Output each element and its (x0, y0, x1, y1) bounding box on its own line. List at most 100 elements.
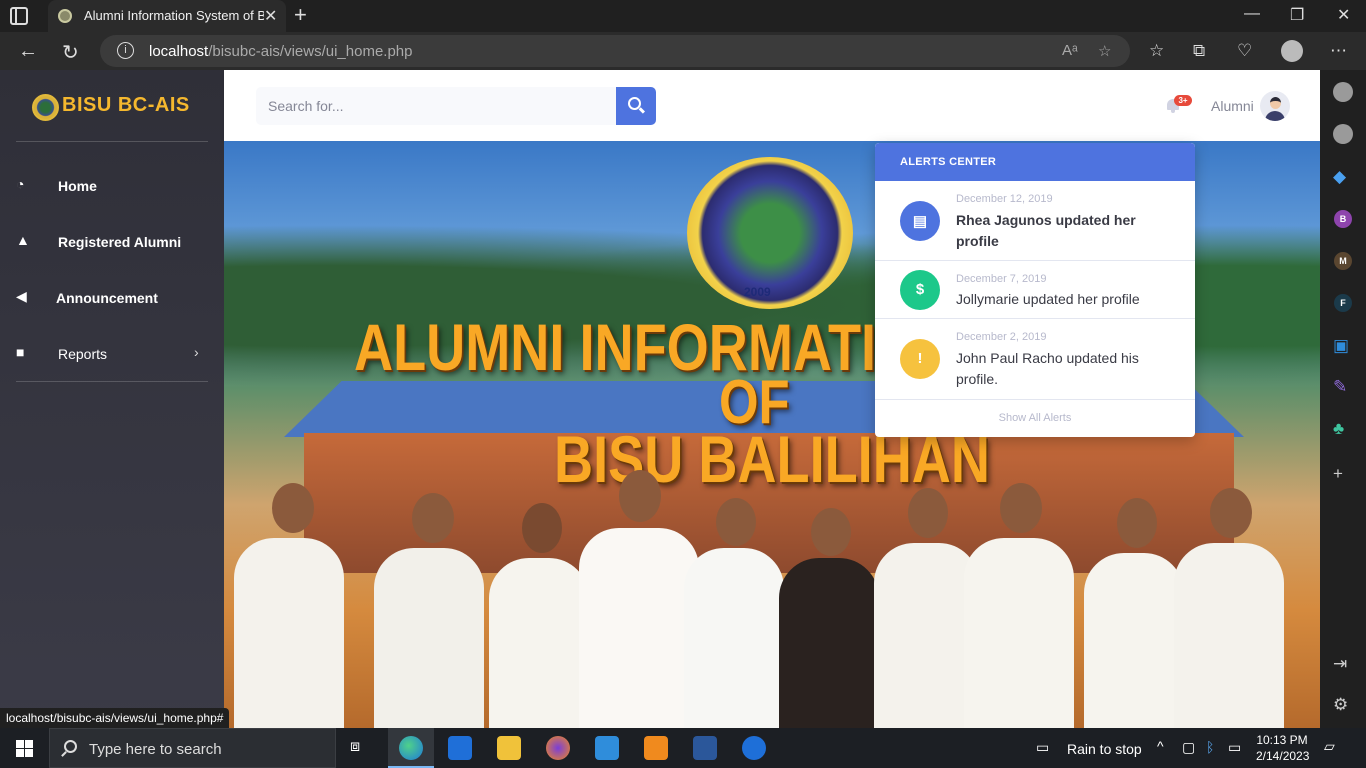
search-button[interactable] (616, 87, 656, 125)
mail-icon[interactable] (595, 736, 619, 760)
tree-icon[interactable]: ♣ (1333, 419, 1344, 439)
browser-essentials-icon[interactable]: ♡ (1237, 41, 1252, 61)
rail-app-icon[interactable] (1333, 124, 1353, 144)
sidebar-item-label: Reports (58, 346, 108, 362)
alert-item[interactable]: $ December 7, 2019 Jollymarie updated he… (875, 261, 1195, 319)
address-bar: ← ↻ i localhost/bisubc-ais/views/ui_home… (0, 32, 1366, 70)
minimize-icon[interactable]: — (1244, 5, 1260, 23)
store-icon[interactable] (448, 736, 472, 760)
logo-pane (16, 749, 24, 757)
person (1174, 488, 1284, 728)
word-icon[interactable] (693, 736, 717, 760)
weather-text[interactable]: Rain to stop (1067, 741, 1142, 757)
clock-date: 2/14/2023 (1256, 749, 1310, 763)
divider (16, 141, 208, 142)
url-field[interactable]: i localhost/bisubc-ais/views/ui_home.php… (100, 35, 1130, 67)
avatar[interactable] (1260, 91, 1290, 121)
chevron-right-icon: › (194, 344, 199, 360)
person-head (1117, 498, 1157, 548)
new-tab-icon[interactable]: + (294, 2, 307, 28)
sidebar-item-label: Registered Alumni (58, 234, 182, 250)
edge-sidebar: ◆ B M F ▣ ✎ ♣ + ⇥ ⚙ (1320, 70, 1366, 728)
taskbar-search[interactable]: Type here to search (49, 728, 336, 768)
alert-item[interactable]: ▤ December 12, 2019 Rhea Jagunos updated… (875, 181, 1195, 261)
window-close-icon[interactable]: ✕ (1337, 5, 1350, 25)
add-icon[interactable]: + (1333, 464, 1343, 484)
file-icon: ▤ (912, 213, 928, 230)
tab-close-icon[interactable]: ✕ (264, 6, 277, 26)
search-icon (64, 740, 77, 753)
back-icon[interactable]: ← (18, 40, 38, 63)
browser-tab[interactable]: Alumni Information System of BISU ✕ (48, 0, 286, 32)
outlook-icon[interactable]: ▣ (1333, 336, 1349, 356)
url-host: localhost (149, 43, 209, 60)
user-name[interactable]: Alumni (1211, 98, 1254, 114)
info-icon[interactable]: i (117, 42, 134, 59)
edge-icon[interactable] (399, 736, 423, 760)
person-head (412, 493, 454, 543)
clock[interactable]: 10:13 PM 2/14/2023 (1256, 732, 1310, 764)
alert-text: John Paul Racho updated his profile. (956, 350, 1139, 387)
bluetooth-app-icon[interactable] (742, 736, 766, 760)
person (234, 483, 344, 728)
favicon-icon (58, 9, 72, 23)
refresh-icon[interactable]: ↻ (62, 40, 79, 65)
file-explorer-icon[interactable] (497, 736, 521, 760)
windows-start-icon[interactable] (16, 740, 33, 757)
tab-actions-icon[interactable] (10, 7, 28, 25)
rail-m-icon[interactable]: M (1334, 252, 1352, 270)
person-head (1000, 483, 1042, 533)
money-icon: $ (915, 281, 925, 298)
sidebar-item-label: Announcement (56, 290, 158, 306)
graduation-cap-icon: ▲ (16, 232, 30, 248)
alert-icon-circle: ▤ (900, 201, 940, 241)
rail-f-icon[interactable]: F (1334, 294, 1352, 312)
browser-tab-bar: Alumni Information System of BISU ✕ + — … (0, 0, 1366, 32)
sidebar-item-registered-alumni[interactable]: ▲ Registered Alumni (0, 223, 224, 263)
alerts-title: ALERTS CENTER (900, 156, 997, 168)
read-aloud-icon[interactable]: Aᵃ (1062, 42, 1078, 59)
alert-item[interactable]: ! December 2, 2019 John Paul Racho updat… (875, 319, 1195, 400)
show-all-alerts-link[interactable]: Show All Alerts (875, 400, 1195, 437)
alert-date: December 7, 2019 (956, 273, 1047, 285)
shopping-tag-icon[interactable]: ◆ (1333, 167, 1346, 187)
profile-avatar[interactable] (1281, 40, 1303, 62)
alerts-dropdown: ALERTS CENTER ▤ December 12, 2019 Rhea J… (875, 143, 1195, 437)
person (684, 498, 784, 728)
person (779, 508, 879, 728)
alerts-header: ALERTS CENTER (875, 143, 1195, 181)
maximize-icon[interactable]: ❐ (1290, 5, 1304, 25)
collections-icon[interactable]: ⧉ (1193, 41, 1205, 61)
app-sidebar: BISU BC-AIS ◔ Home ▲ Registered Alumni ◀… (0, 70, 224, 728)
camera-icon[interactable]: ▢ (1182, 739, 1195, 756)
weather-icon[interactable]: ▭ (1036, 739, 1049, 756)
task-view-icon[interactable]: ⧈ (350, 738, 360, 756)
bluetooth-icon[interactable]: ᛒ (1206, 739, 1214, 755)
logo-pane (25, 740, 33, 748)
tab-title: Alumni Information System of BISU (84, 8, 264, 23)
url-path: /bisubc-ais/views/ui_home.php (208, 43, 413, 60)
sidebar-item-announcement[interactable]: ◀ Announcement (0, 279, 224, 319)
add-favorite-icon[interactable]: ☆ (1098, 42, 1111, 60)
rail-app-icon[interactable] (1333, 82, 1353, 102)
chevron-up-icon[interactable]: ^ (1157, 738, 1164, 754)
xampp-icon[interactable] (644, 736, 668, 760)
firefox-icon[interactable] (546, 736, 570, 760)
person (489, 503, 589, 728)
favorites-icon[interactable]: ☆ (1149, 41, 1164, 61)
designer-icon[interactable]: ✎ (1333, 377, 1347, 397)
hide-sidebar-icon[interactable]: ⇥ (1333, 654, 1347, 674)
rail-b-icon[interactable]: B (1334, 210, 1352, 228)
settings-gear-icon[interactable]: ⚙ (1333, 695, 1348, 715)
logo-pane (16, 740, 24, 748)
battery-icon[interactable]: ▭ (1228, 739, 1241, 756)
sidebar-item-reports[interactable]: ■ Reports › (0, 335, 224, 375)
more-menu-icon[interactable]: ⋯ (1330, 41, 1347, 61)
bell-clapper (1171, 110, 1175, 113)
person (1084, 498, 1184, 728)
search-input[interactable] (256, 87, 616, 125)
dashboard-icon: ◔ (16, 176, 25, 192)
sidebar-item-home[interactable]: ◔ Home (0, 167, 224, 207)
notification-icon[interactable]: ▱ (1324, 738, 1335, 755)
hero-title-line1: ALUMNI INFORMATI (354, 310, 877, 384)
